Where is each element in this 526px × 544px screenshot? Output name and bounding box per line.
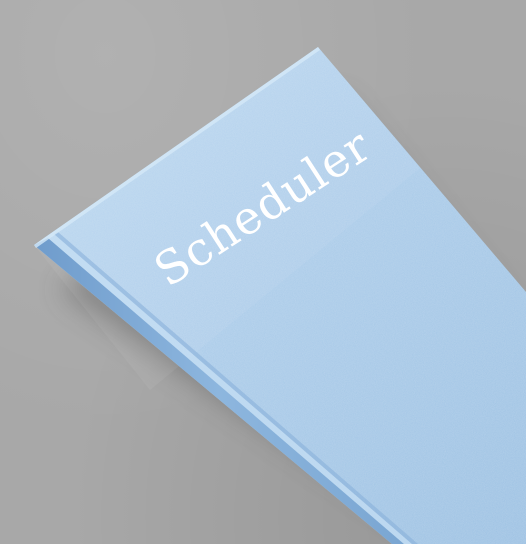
book-mockup-scene: Scheduler xyxy=(0,0,526,544)
book-mockup-illustration: Scheduler xyxy=(34,47,526,544)
